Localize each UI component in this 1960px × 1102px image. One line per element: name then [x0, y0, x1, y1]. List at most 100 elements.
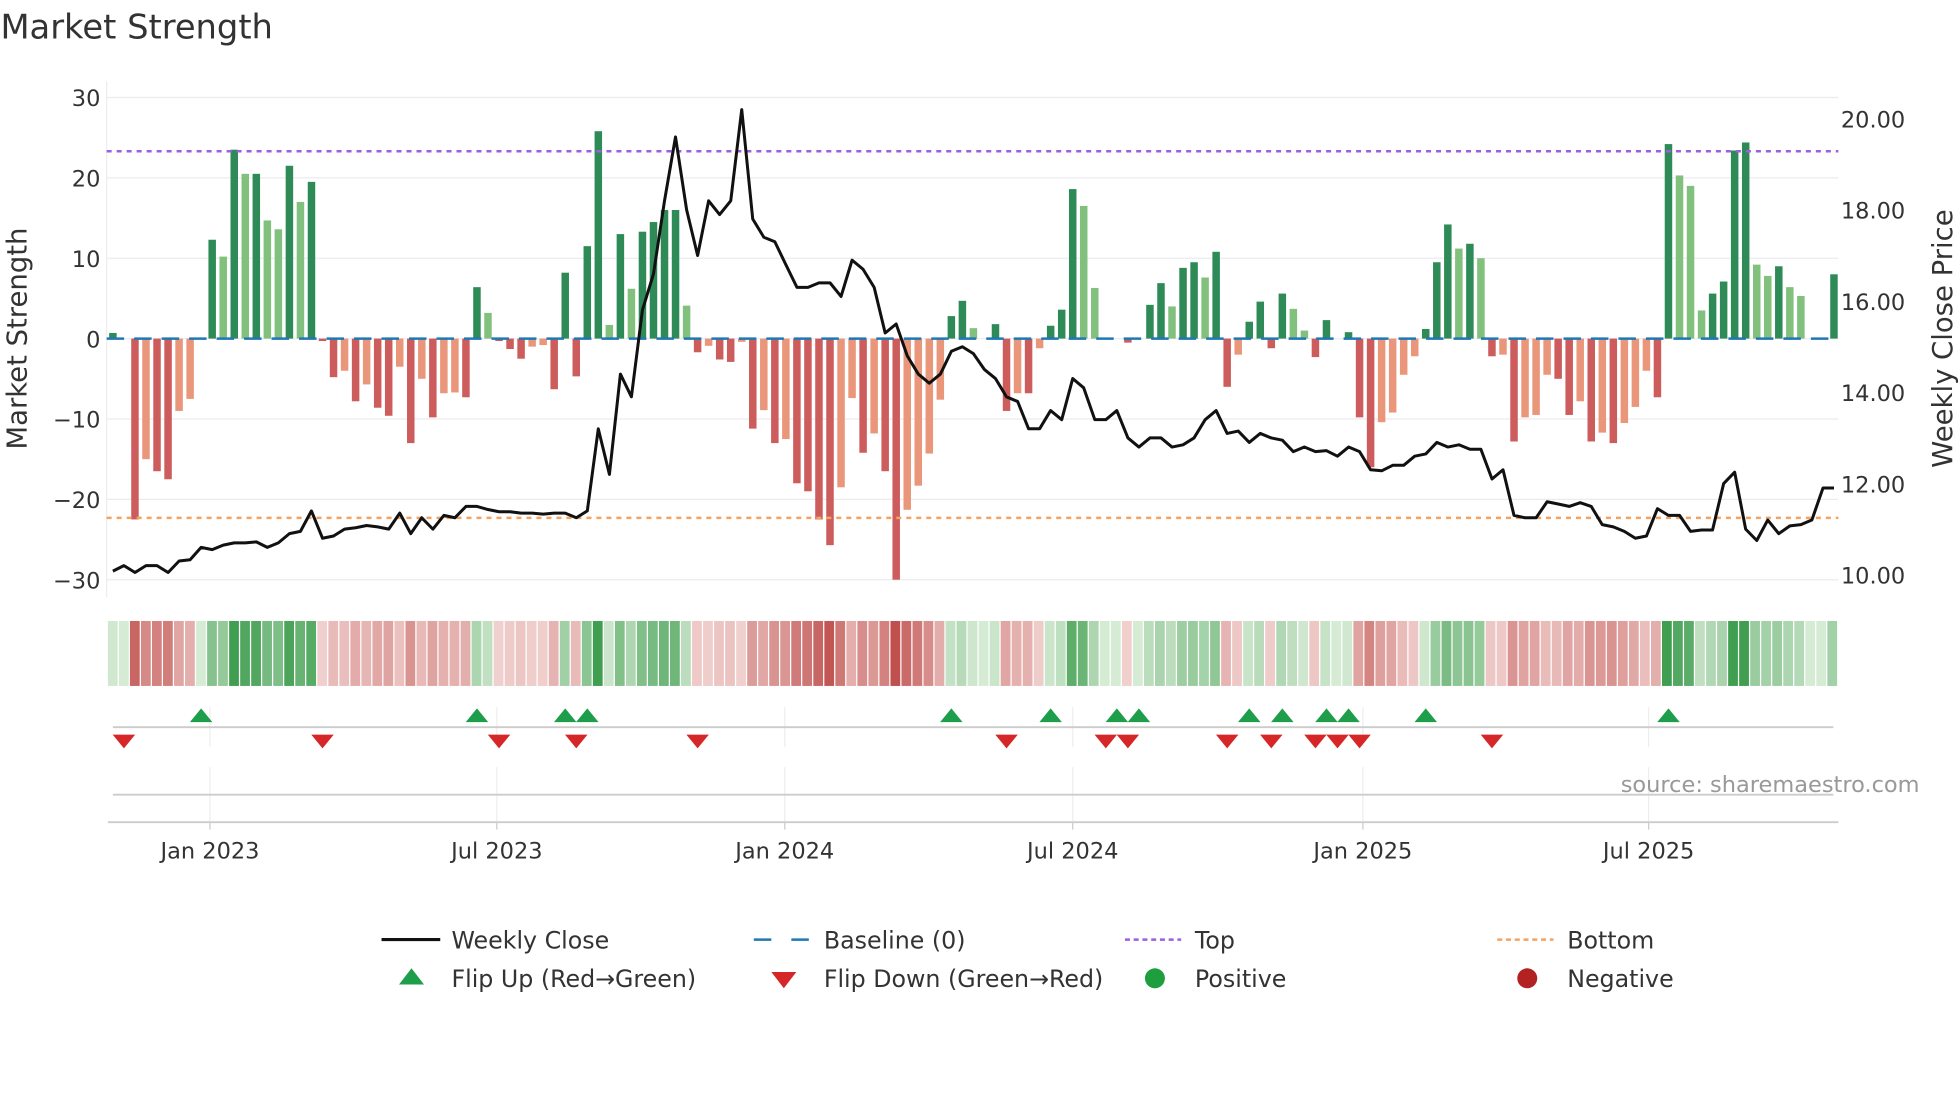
heat-cell [1166, 620, 1176, 686]
heat-cell [1353, 620, 1364, 686]
heat-cell [1364, 620, 1375, 686]
heat-cell [1595, 620, 1606, 686]
strength-bar [1697, 310, 1706, 339]
x-tick-label: Jul 2024 [1025, 838, 1118, 864]
heat-cell [636, 620, 647, 686]
strength-bar [539, 338, 547, 346]
strength-bar [1035, 338, 1044, 349]
heat-cell [1188, 620, 1198, 686]
heat-cell [361, 620, 372, 686]
strength-bar [1091, 287, 1099, 339]
legend: Weekly Close Baseline (0) Top Bottom Flip Up… [381, 926, 1674, 993]
strength-bar [1477, 258, 1485, 339]
heat-cell [129, 620, 140, 686]
heat-cell [1154, 620, 1165, 686]
strength-bar [804, 338, 812, 492]
strength-bar [1675, 175, 1684, 339]
strength-bar [340, 338, 349, 371]
strength-bar [164, 338, 172, 480]
strength-bar [462, 338, 470, 398]
legend-label: Positive [1195, 965, 1286, 993]
strength-bar [1024, 338, 1033, 394]
strength-bar [1212, 251, 1220, 339]
heat-cell [1772, 620, 1783, 686]
strength-bar [682, 305, 691, 339]
strength-bar [881, 338, 889, 472]
heat-cell [482, 620, 493, 686]
flip-down-triangle [1094, 734, 1118, 749]
strength-bar [418, 338, 426, 379]
heat-cell [449, 620, 460, 686]
flip-down-triangle [1326, 734, 1349, 749]
strength-bar [296, 201, 305, 339]
heat-cell [592, 620, 603, 686]
heat-cell [1177, 620, 1187, 686]
heat-cell [504, 620, 515, 686]
heat-cell [118, 620, 129, 686]
strength-bar [958, 300, 967, 339]
flip-up-triangle [1315, 708, 1338, 723]
strength-bar [1642, 338, 1651, 371]
heat-cell [1739, 620, 1749, 686]
heat-cell [1044, 620, 1055, 686]
strength-bar [1730, 150, 1739, 339]
chart-title: Market Strength [0, 8, 272, 47]
heat-cell [802, 620, 813, 686]
strength-bar [1366, 338, 1375, 468]
heat-cell [350, 620, 361, 686]
flip-down-triangle [311, 734, 334, 749]
heat-cell [1419, 620, 1430, 686]
strength-bar [241, 173, 250, 339]
heat-cell [989, 620, 1000, 686]
flip-up-triangle [1105, 708, 1129, 723]
heat-cell [692, 620, 702, 686]
legend-label: Flip Up (Red→Green) [451, 965, 696, 993]
y-tick-label: −30 [53, 568, 100, 594]
strength-bar [903, 338, 911, 510]
strength-bar [1598, 338, 1607, 433]
y-tick-label: 0 [86, 327, 100, 353]
heat-cell [758, 620, 768, 686]
legend-item: Top [1124, 926, 1235, 954]
strength-bar [1488, 338, 1496, 357]
strength-bar [760, 338, 768, 411]
strength-bar [870, 338, 878, 434]
strength-bar [407, 338, 415, 444]
heat-cell [1055, 620, 1066, 686]
strength-bar [914, 338, 923, 486]
heat-cell [1673, 620, 1683, 686]
strength-bar [1190, 262, 1198, 339]
strength-bar [252, 173, 261, 339]
strength-bar [1201, 277, 1209, 339]
strength-bar [1565, 338, 1573, 415]
heat-cell [1529, 620, 1540, 686]
heat-cell [537, 620, 548, 686]
strength-bar [131, 338, 139, 520]
heat-cell [1265, 620, 1275, 686]
strength-bar [1752, 264, 1761, 339]
strength-bar [1410, 338, 1419, 357]
heat-cell [967, 620, 978, 686]
strength-bar [175, 338, 183, 411]
heat-cell [846, 620, 857, 686]
flip-up-triangle [189, 708, 213, 723]
source-text: source: sharemaestro.com [1621, 772, 1920, 798]
heat-cell [1033, 620, 1044, 686]
flip-up-triangle [1127, 708, 1151, 723]
strength-bar [429, 338, 437, 418]
heat-cell [1088, 620, 1099, 686]
heat-cell [438, 620, 449, 686]
legend-label: Top [1194, 926, 1235, 954]
heat-cell [835, 620, 846, 686]
legend-item: Weekly Close [381, 926, 609, 954]
heat-cell [1099, 620, 1110, 686]
heat-cell [1485, 620, 1496, 686]
heat-cell [1143, 620, 1154, 686]
strength-heatmap-strip [107, 620, 1838, 686]
flip-up-triangle [465, 708, 489, 723]
heat-cell [1728, 620, 1738, 686]
y-tick-label: 20 [72, 167, 101, 193]
heat-cell [1276, 620, 1287, 686]
heat-cell [868, 620, 879, 686]
heat-cell [1816, 620, 1827, 686]
